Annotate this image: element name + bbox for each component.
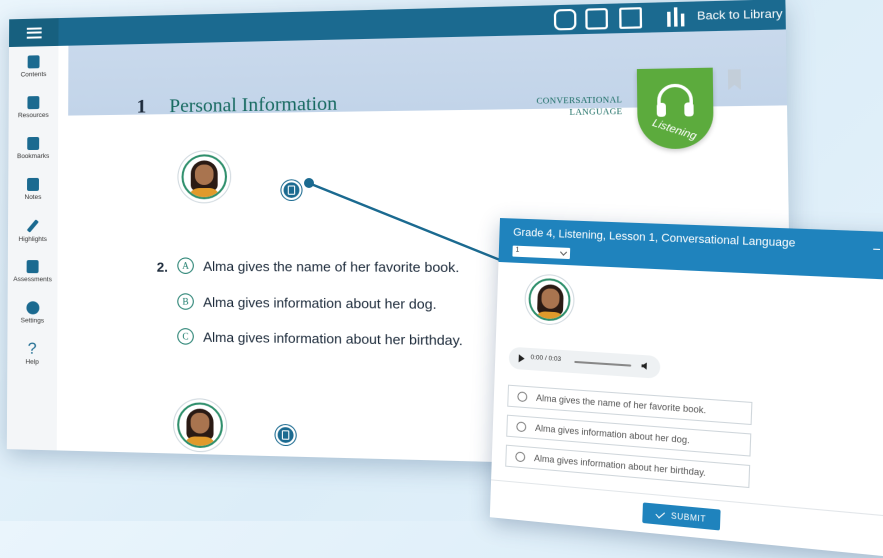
audio-progress-track[interactable]: [574, 360, 632, 367]
modal-choice-text: Alma gives information about her dog.: [534, 422, 690, 446]
radio-icon[interactable]: [516, 421, 527, 433]
modal-choice-text: Alma gives information about her birthda…: [533, 453, 707, 478]
question-modal: Grade 4, Listening, Lesson 1, Conversati…: [489, 218, 883, 558]
question-select-value: 1: [515, 246, 520, 254]
audio-player[interactable]: 0:00 / 0:03: [508, 346, 661, 379]
connector-dot: [304, 178, 314, 188]
chevron-down-icon: [560, 248, 568, 256]
submit-button[interactable]: SUBMIT: [642, 502, 721, 531]
modal-choice-text: Alma gives the name of her favorite book…: [535, 392, 707, 416]
audio-time: 0:00 / 0:03: [530, 354, 562, 364]
check-icon: [655, 508, 666, 519]
avatar: [527, 277, 572, 323]
submit-label: SUBMIT: [670, 510, 707, 524]
radio-icon[interactable]: [517, 391, 528, 403]
radio-icon[interactable]: [515, 451, 526, 463]
volume-icon[interactable]: [641, 362, 646, 370]
minimize-icon[interactable]: [873, 248, 881, 250]
question-select[interactable]: 1: [512, 245, 571, 260]
play-icon[interactable]: [518, 354, 525, 363]
